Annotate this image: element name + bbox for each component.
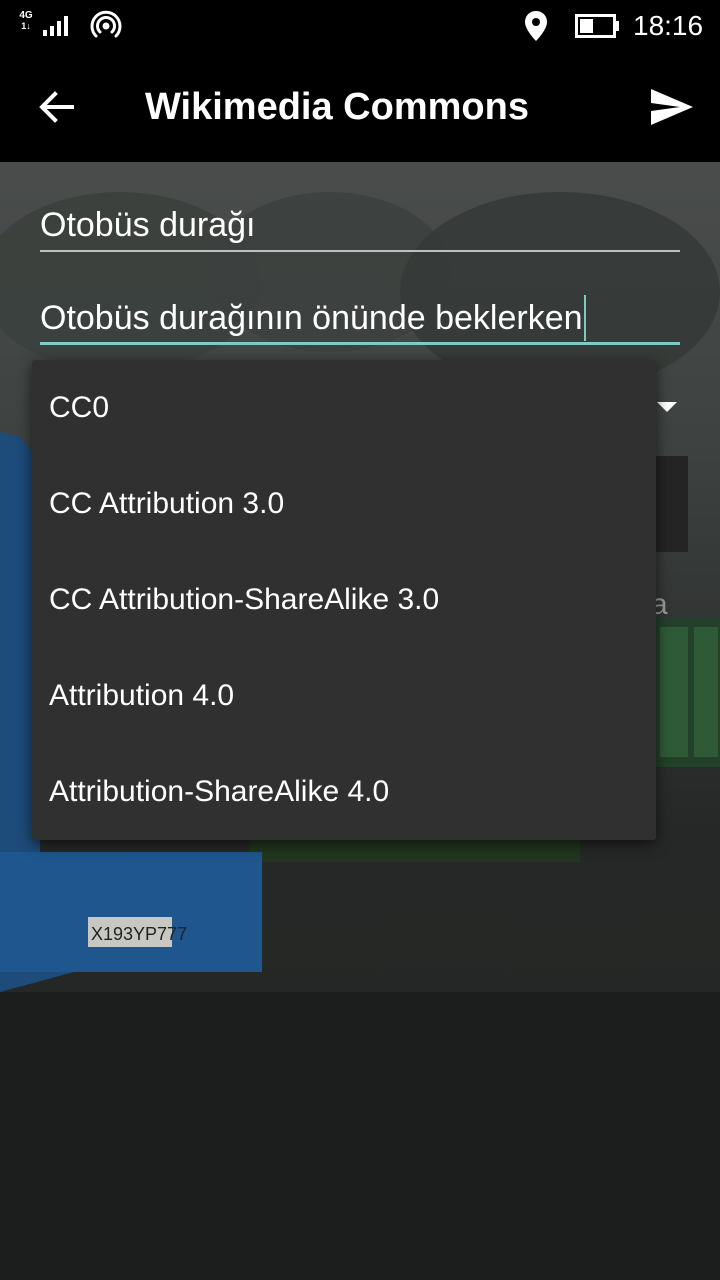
license-option-cc0[interactable]: CC0: [32, 360, 656, 456]
network-type-indicator: 4G 1↓: [17, 10, 35, 32]
text-cursor: [583, 295, 586, 341]
title-input[interactable]: Otobüs durağı: [40, 204, 680, 246]
send-icon: [651, 89, 693, 125]
hotspot-icon: [90, 10, 122, 38]
license-option-cc-by-3[interactable]: CC Attribution 3.0: [32, 456, 656, 552]
arrow-back-icon: [39, 91, 74, 123]
title-input-underline: [40, 250, 680, 252]
license-plate-text: X193YP777: [91, 924, 187, 944]
dropdown-arrow-icon[interactable]: [655, 400, 679, 414]
cell-signal-icon: [43, 16, 68, 36]
send-button[interactable]: [640, 79, 704, 135]
license-option-by-sa-4[interactable]: Attribution-ShareAlike 4.0: [32, 744, 656, 840]
app-toolbar: Wikimedia Commons: [0, 52, 720, 162]
toolbar-title: Wikimedia Commons: [145, 86, 529, 128]
license-dropdown: CC0 CC Attribution 3.0 CC Attribution-Sh…: [32, 360, 656, 840]
status-bar: 4G 1↓ 18:16: [0, 0, 720, 52]
battery-icon: [575, 14, 619, 38]
description-input[interactable]: Otobüs durağının önünde beklerken: [40, 295, 680, 341]
back-button[interactable]: [24, 79, 88, 135]
license-option-cc-by-sa-3[interactable]: CC Attribution-ShareAlike 3.0: [32, 552, 656, 648]
network-activity-label: 1↓: [21, 21, 31, 31]
status-time: 18:16: [633, 10, 704, 41]
license-option-by-4[interactable]: Attribution 4.0: [32, 648, 656, 744]
network-type-label: 4G: [19, 10, 33, 21]
description-input-underline: [40, 342, 680, 345]
location-pin-icon: [525, 11, 547, 41]
screen: 4G 1↓ 18:16 Wikimedia Commons X193YP777 …: [0, 0, 720, 1280]
description-text: Otobüs durağının önünde beklerken: [40, 299, 583, 337]
